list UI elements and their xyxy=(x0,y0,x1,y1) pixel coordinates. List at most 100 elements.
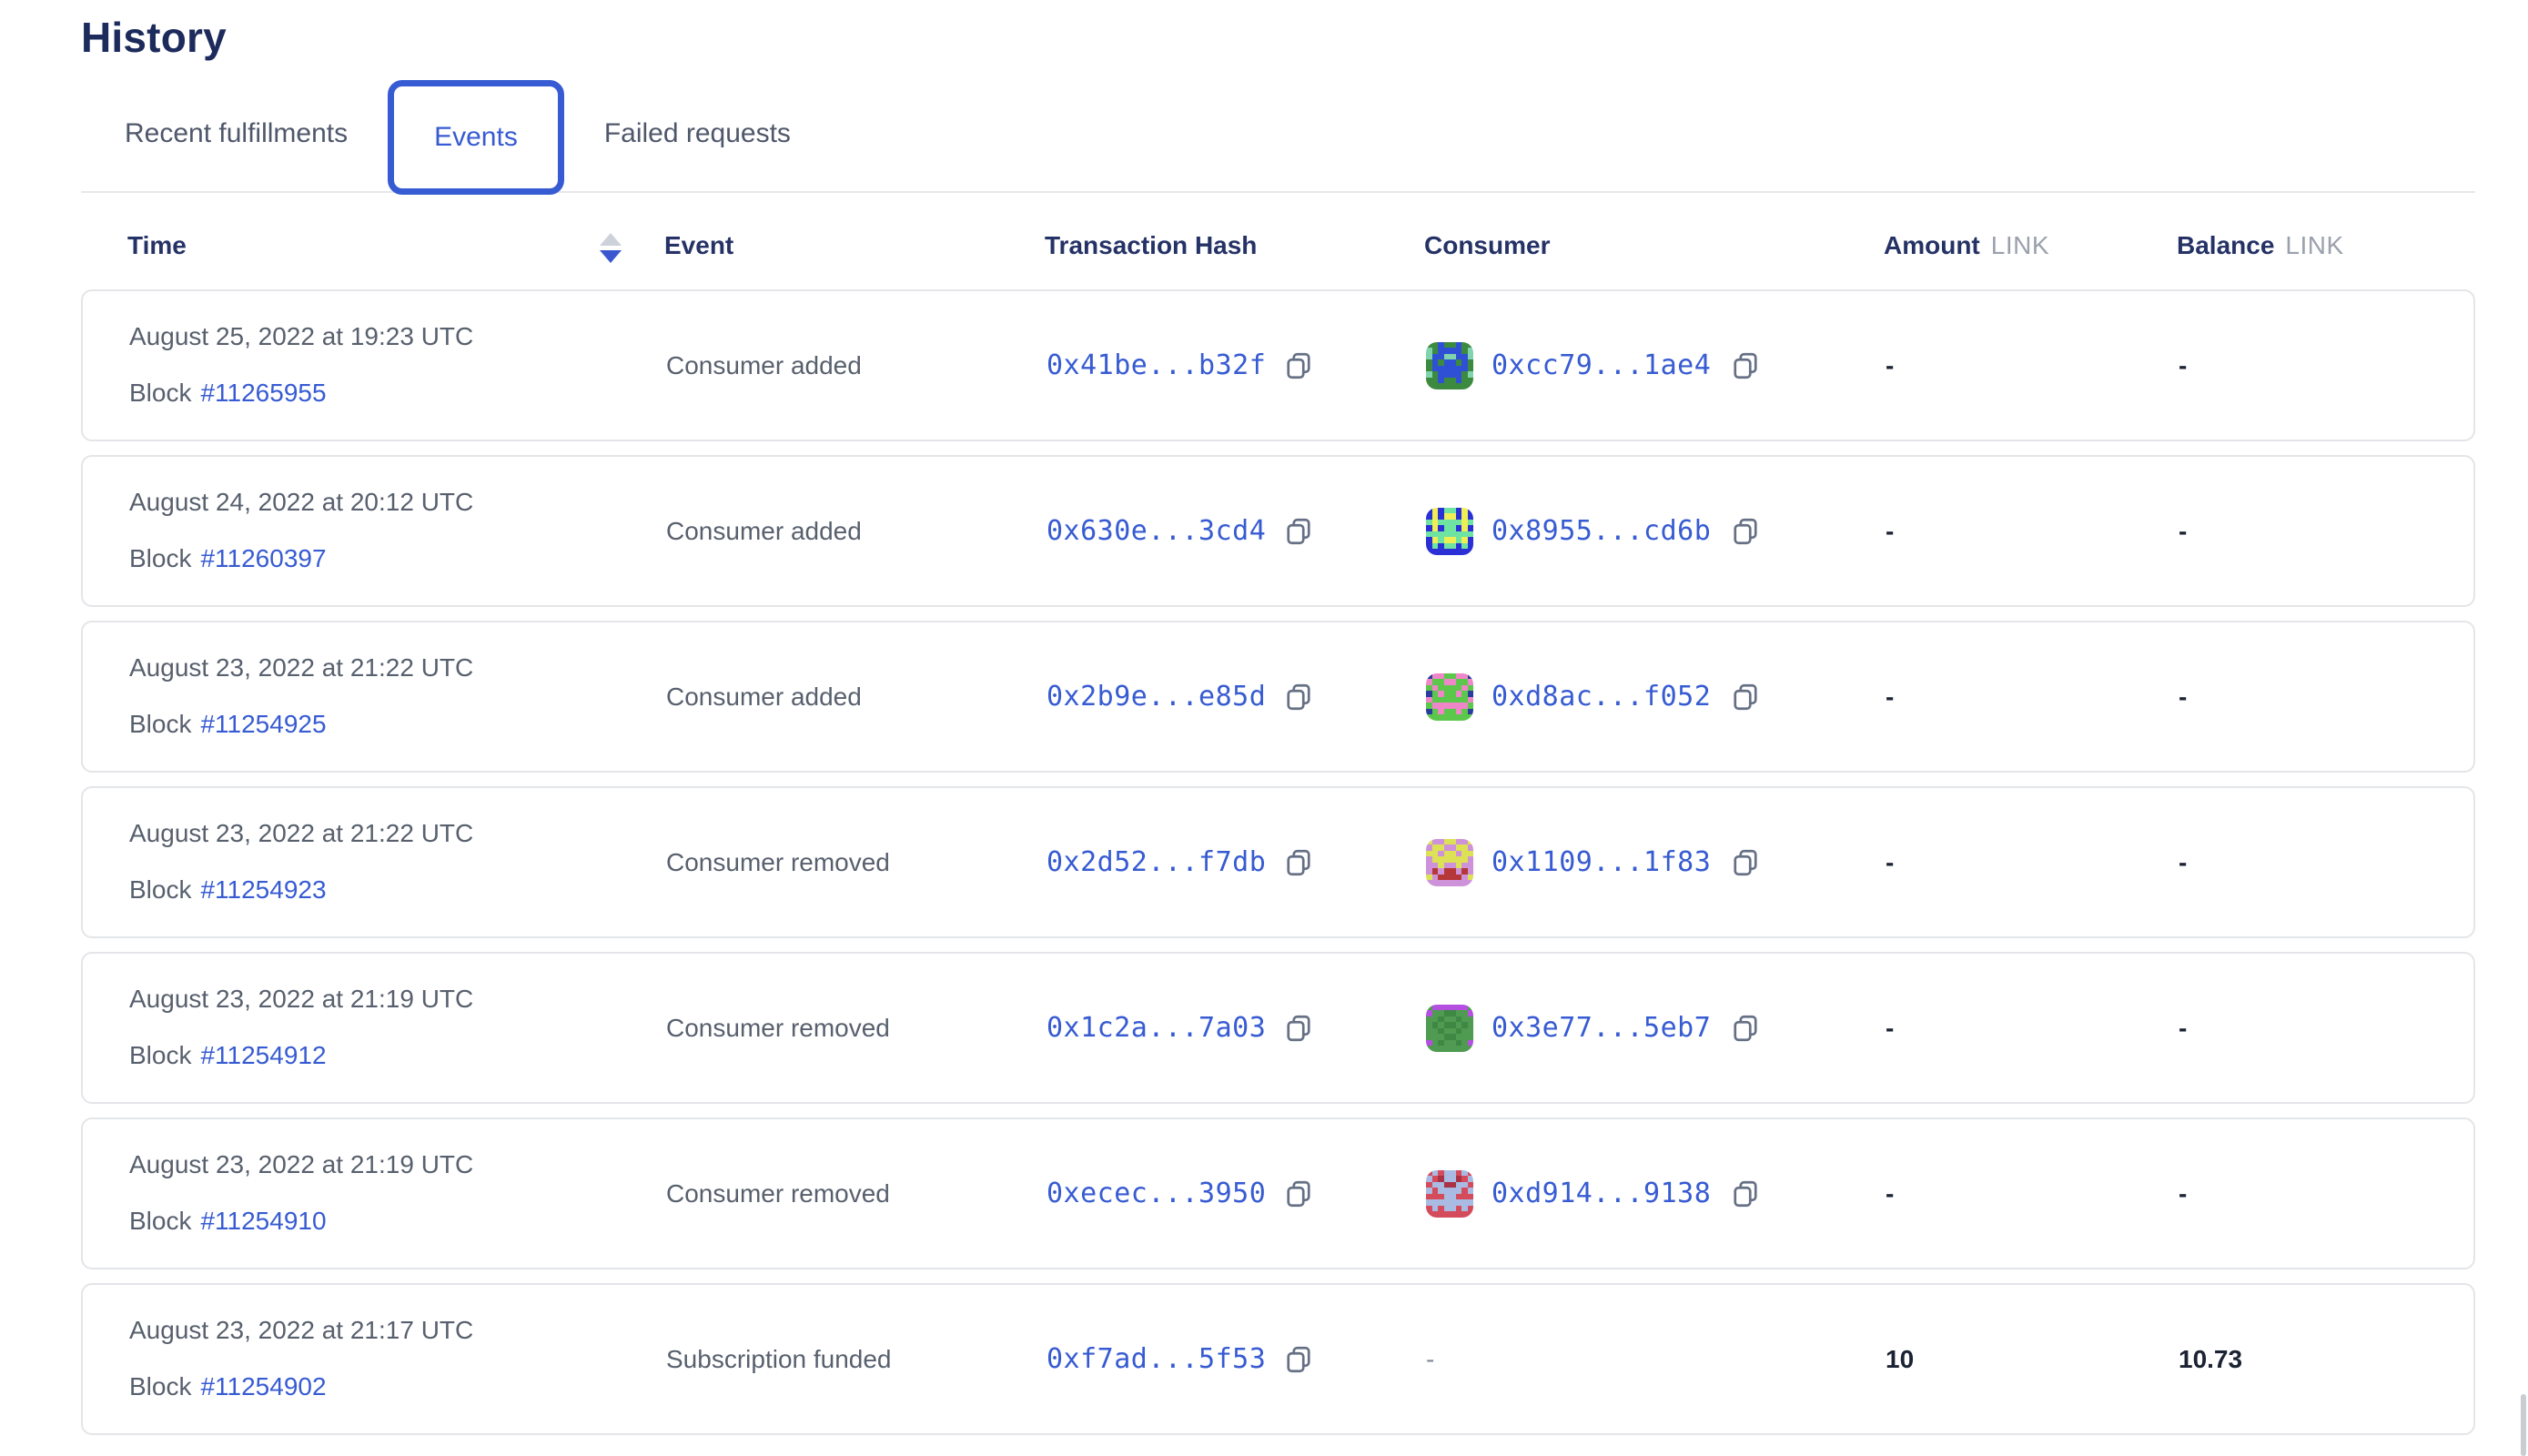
event-row-list: August 25, 2022 at 19:23 UTC Block#11265… xyxy=(81,289,2528,1435)
copy-icon[interactable] xyxy=(1729,846,1762,879)
event-type: Subscription funded xyxy=(666,1345,892,1374)
row-timestamp: August 23, 2022 at 21:22 UTC xyxy=(129,653,473,682)
consumer-cell: 0x1109...1f83 xyxy=(1426,839,1762,886)
consumer-cell: 0xd8ac...f052 xyxy=(1426,673,1762,721)
consumer-cell: - xyxy=(1426,1345,1435,1374)
transaction-hash-link[interactable]: 0x2d52...f7db xyxy=(1047,846,1266,878)
block-number-link[interactable]: #11254912 xyxy=(200,1041,326,1069)
sort-caret-icon[interactable] xyxy=(600,233,623,269)
sort-asc-arrow-icon xyxy=(600,233,622,246)
row-timestamp: August 23, 2022 at 21:22 UTC xyxy=(129,819,473,848)
block-line: Block #11254923 xyxy=(129,875,327,905)
transaction-hash-cell: 0x2d52...f7db xyxy=(1047,846,1315,879)
copy-icon[interactable] xyxy=(1729,681,1762,713)
column-header-amount: Amount LINK xyxy=(1884,231,2049,260)
copy-icon[interactable] xyxy=(1282,1012,1315,1045)
balance-value: - xyxy=(2179,682,2187,712)
block-line: Block#11265955 xyxy=(129,379,327,408)
tab-failed-requests[interactable]: Failed requests xyxy=(604,118,791,149)
row-timestamp: August 23, 2022 at 21:19 UTC xyxy=(129,985,473,1014)
consumer-address-link: - xyxy=(1426,1345,1435,1374)
block-number-link[interactable]: #11254910 xyxy=(200,1207,326,1235)
copy-icon[interactable] xyxy=(1729,349,1762,382)
event-type: Consumer removed xyxy=(666,1014,890,1043)
transaction-hash-cell: 0x1c2a...7a03 xyxy=(1047,1012,1315,1045)
amount-label: Amount xyxy=(1884,231,1980,259)
copy-icon[interactable] xyxy=(1729,1012,1762,1045)
event-type: Consumer added xyxy=(666,351,862,380)
event-type: Consumer added xyxy=(666,682,862,712)
column-header-time[interactable]: Time xyxy=(127,231,187,260)
copy-icon[interactable] xyxy=(1282,515,1315,548)
copy-icon[interactable] xyxy=(1282,1178,1315,1210)
copy-icon[interactable] xyxy=(1282,846,1315,879)
block-label: Block xyxy=(129,544,191,572)
block-number-link[interactable]: #11254923 xyxy=(200,875,326,904)
amount-value: 10 xyxy=(1886,1345,1914,1374)
block-label: Block xyxy=(129,875,191,904)
table-row: August 23, 2022 at 21:22 UTC Block #11254… xyxy=(81,786,2475,938)
transaction-hash-cell: 0x630e...3cd4 xyxy=(1047,515,1315,548)
copy-icon[interactable] xyxy=(1729,515,1762,548)
consumer-address-link[interactable]: 0x3e77...5eb7 xyxy=(1492,1012,1711,1044)
sort-desc-arrow-icon xyxy=(600,250,622,263)
table-row: August 23, 2022 at 21:17 UTC Block #11254… xyxy=(81,1283,2475,1435)
block-line: Block #11254925 xyxy=(129,710,327,739)
tab-events[interactable]: Events xyxy=(388,80,564,195)
transaction-hash-link[interactable]: 0x1c2a...7a03 xyxy=(1047,1012,1266,1044)
transaction-hash-cell: 0xecec...3950 xyxy=(1047,1178,1315,1210)
consumer-address-link[interactable]: 0xd914...9138 xyxy=(1492,1178,1711,1209)
copy-icon[interactable] xyxy=(1729,1178,1762,1210)
consumer-avatar xyxy=(1426,839,1473,886)
table-row: August 23, 2022 at 21:19 UTC Block#11254… xyxy=(81,952,2475,1104)
block-number-link[interactable]: #11254925 xyxy=(200,710,326,738)
block-label: Block xyxy=(129,1372,191,1400)
page-title: History xyxy=(81,13,2528,62)
balance-value: 10.73 xyxy=(2179,1345,2242,1374)
tab-recent-fulfillments[interactable]: Recent fulfillments xyxy=(125,118,348,149)
table-header: Time Event Transaction Hash Consumer Amo… xyxy=(81,231,2475,273)
row-timestamp: August 23, 2022 at 21:19 UTC xyxy=(129,1150,473,1179)
transaction-hash-link[interactable]: 0xecec...3950 xyxy=(1047,1178,1266,1209)
consumer-address-link[interactable]: 0x1109...1f83 xyxy=(1492,846,1711,878)
scrollbar-thumb[interactable] xyxy=(2521,1394,2526,1456)
transaction-hash-link[interactable]: 0x2b9e...e85d xyxy=(1047,681,1266,713)
balance-value: - xyxy=(2179,517,2187,546)
block-line: Block #11260397 xyxy=(129,544,327,573)
transaction-hash-cell: 0x41be...b32f xyxy=(1047,349,1315,382)
block-number-link[interactable]: #11254902 xyxy=(200,1372,326,1400)
event-type: Consumer removed xyxy=(666,848,890,877)
block-number-link[interactable]: #11265955 xyxy=(200,379,326,407)
column-header-transaction-hash: Transaction Hash xyxy=(1045,231,1257,260)
tab-bar: Recent fulfillments Events Failed reques… xyxy=(81,76,2475,193)
event-type: Consumer added xyxy=(666,517,862,546)
transaction-hash-link[interactable]: 0x41be...b32f xyxy=(1047,349,1266,381)
consumer-avatar xyxy=(1426,342,1473,389)
block-line: Block#11254910 xyxy=(129,1207,327,1236)
row-timestamp: August 23, 2022 at 21:17 UTC xyxy=(129,1316,473,1345)
amount-unit-label: LINK xyxy=(1991,231,2049,259)
copy-icon[interactable] xyxy=(1282,1343,1315,1376)
amount-value: - xyxy=(1886,517,1894,546)
block-line: Block #11254902 xyxy=(129,1372,327,1401)
consumer-address-link[interactable]: 0xcc79...1ae4 xyxy=(1492,349,1711,381)
amount-value: - xyxy=(1886,1014,1894,1043)
balance-value: - xyxy=(2179,351,2187,380)
transaction-hash-link[interactable]: 0xf7ad...5f53 xyxy=(1047,1343,1266,1375)
history-page: History Recent fulfillments Events Faile… xyxy=(0,0,2528,1435)
transaction-hash-link[interactable]: 0x630e...3cd4 xyxy=(1047,515,1266,547)
block-line: Block#11254912 xyxy=(129,1041,327,1070)
copy-icon[interactable] xyxy=(1282,349,1315,382)
copy-icon[interactable] xyxy=(1282,681,1315,713)
block-number-link[interactable]: #11260397 xyxy=(200,544,326,572)
column-header-consumer: Consumer xyxy=(1424,231,1550,260)
consumer-address-link[interactable]: 0x8955...cd6b xyxy=(1492,515,1711,547)
row-timestamp: August 25, 2022 at 19:23 UTC xyxy=(129,322,473,351)
event-type: Consumer removed xyxy=(666,1179,890,1208)
amount-value: - xyxy=(1886,351,1894,380)
block-label: Block xyxy=(129,710,191,738)
balance-value: - xyxy=(2179,1179,2187,1208)
table-row: August 24, 2022 at 20:12 UTC Block#11260… xyxy=(81,455,2475,607)
consumer-address-link[interactable]: 0xd8ac...f052 xyxy=(1492,681,1711,713)
transaction-hash-cell: 0x2b9e...e85d xyxy=(1047,681,1315,713)
